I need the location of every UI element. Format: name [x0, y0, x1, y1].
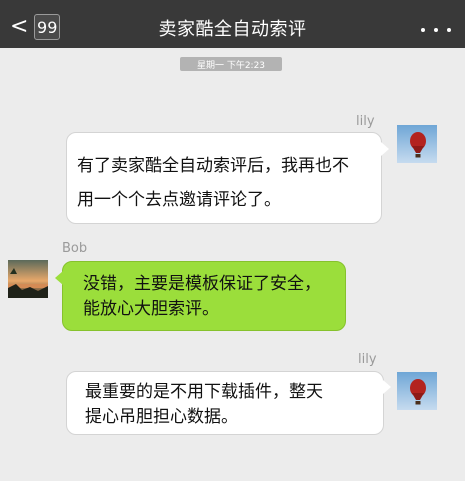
- more-dots-icon[interactable]: [421, 28, 451, 36]
- message-bubble[interactable]: 最重要的是不用下载插件，整天 提心吊胆担心数据。: [66, 371, 384, 435]
- message-text-line: 没错，主要是模板保证了安全，: [83, 274, 321, 294]
- message-timestamp: 星期一 下午2:23: [180, 57, 282, 71]
- top-bar: < 99 卖家酷全自动索评: [0, 0, 465, 48]
- message-text-line: 能放心大胆索评。: [83, 299, 219, 319]
- unread-count-badge: 99: [34, 14, 60, 40]
- hot-air-balloon-icon: [397, 125, 437, 163]
- bubble-tail: [55, 271, 63, 285]
- hot-air-balloon-icon: [397, 372, 437, 410]
- message-text-line: 用一个个去点邀请评论了。: [77, 190, 281, 210]
- back-button[interactable]: < 99: [6, 13, 60, 41]
- sender-name: Bob: [62, 241, 88, 256]
- message-bubble[interactable]: 没错，主要是模板保证了安全， 能放心大胆索评。: [62, 261, 346, 331]
- bubble-tail: [383, 380, 391, 394]
- avatar[interactable]: [397, 125, 437, 163]
- avatar[interactable]: [8, 260, 48, 298]
- sender-name: lily: [358, 352, 377, 367]
- message-text-line: 提心吊胆担心数据。: [85, 407, 238, 427]
- sender-name: lily: [356, 114, 375, 129]
- chevron-left-icon: <: [10, 14, 29, 39]
- avatar[interactable]: [397, 372, 437, 410]
- message-bubble[interactable]: 有了卖家酷全自动索评后，我再也不 用一个个去点邀请评论了。: [66, 132, 382, 224]
- bubble-tail: [381, 142, 389, 156]
- message-text-line: 有了卖家酷全自动索评后，我再也不: [77, 156, 349, 176]
- message-text-line: 最重要的是不用下载插件，整天: [85, 382, 323, 402]
- sunset-landscape-icon: [8, 260, 48, 298]
- chat-title: 卖家酷全自动索评: [158, 19, 307, 40]
